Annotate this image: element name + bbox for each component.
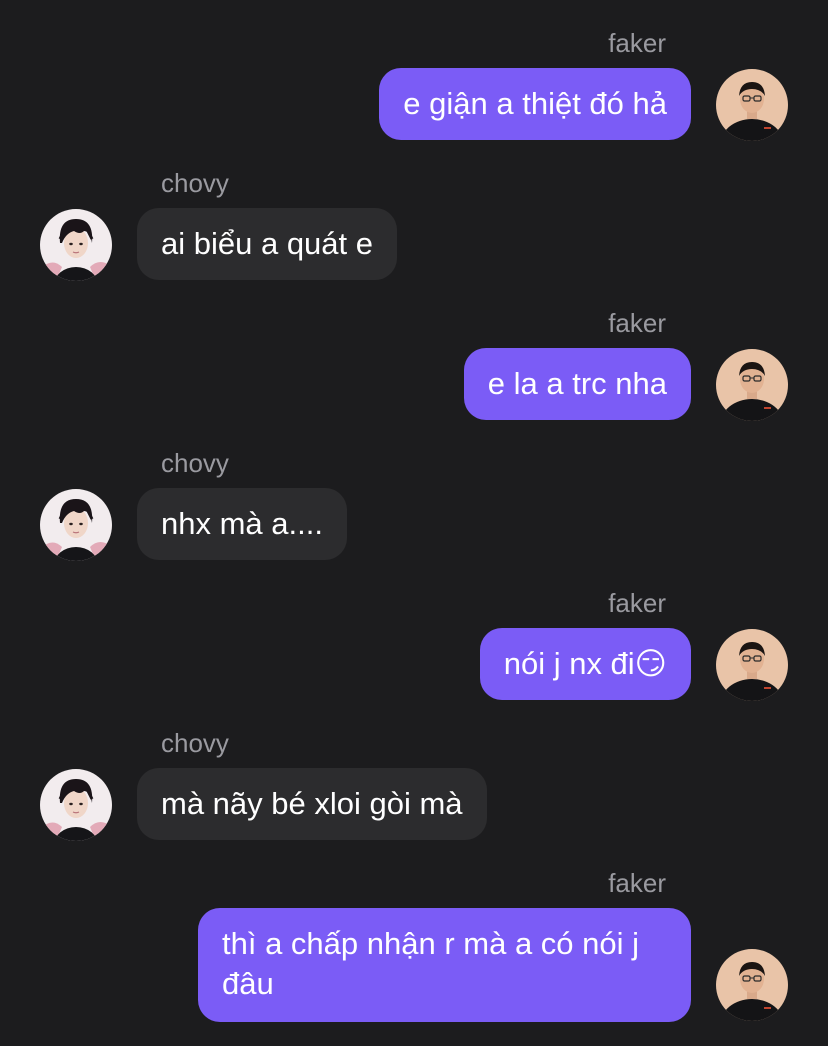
message-bubble[interactable]: e giận a thiệt đó hả	[379, 68, 691, 140]
sender-name: chovy	[161, 448, 229, 478]
sender-name: faker	[608, 588, 666, 618]
faker-avatar-icon[interactable]	[716, 629, 788, 701]
message-bubble[interactable]: thì a chấp nhận r mà a có nói j đâu	[198, 908, 691, 1022]
chovy-avatar-icon[interactable]	[40, 489, 112, 561]
message-bubble[interactable]: e la a trc nha	[463, 348, 691, 420]
faker-avatar-icon[interactable]	[716, 69, 788, 141]
sender-name: faker	[608, 28, 666, 58]
sender-name: chovy	[161, 168, 229, 198]
faker-avatar-icon[interactable]	[716, 949, 788, 1021]
sender-name: faker	[608, 868, 666, 898]
message-bubble[interactable]: nhx mà a....	[137, 488, 347, 560]
chovy-avatar-icon[interactable]	[40, 769, 112, 841]
message-bubble[interactable]: mà nãy bé xloi gòi mà	[137, 768, 487, 840]
faker-avatar-icon[interactable]	[716, 349, 788, 421]
chat-thread: faker e giận a thiệt đó hả chovy ai biểu…	[0, 0, 828, 1046]
sender-name: faker	[608, 308, 666, 338]
message-bubble[interactable]: ai biểu a quát e	[137, 208, 398, 280]
message-bubble[interactable]: nói j nx đi😏	[479, 628, 691, 700]
chovy-avatar-icon[interactable]	[40, 209, 112, 281]
sender-name: chovy	[161, 728, 229, 758]
